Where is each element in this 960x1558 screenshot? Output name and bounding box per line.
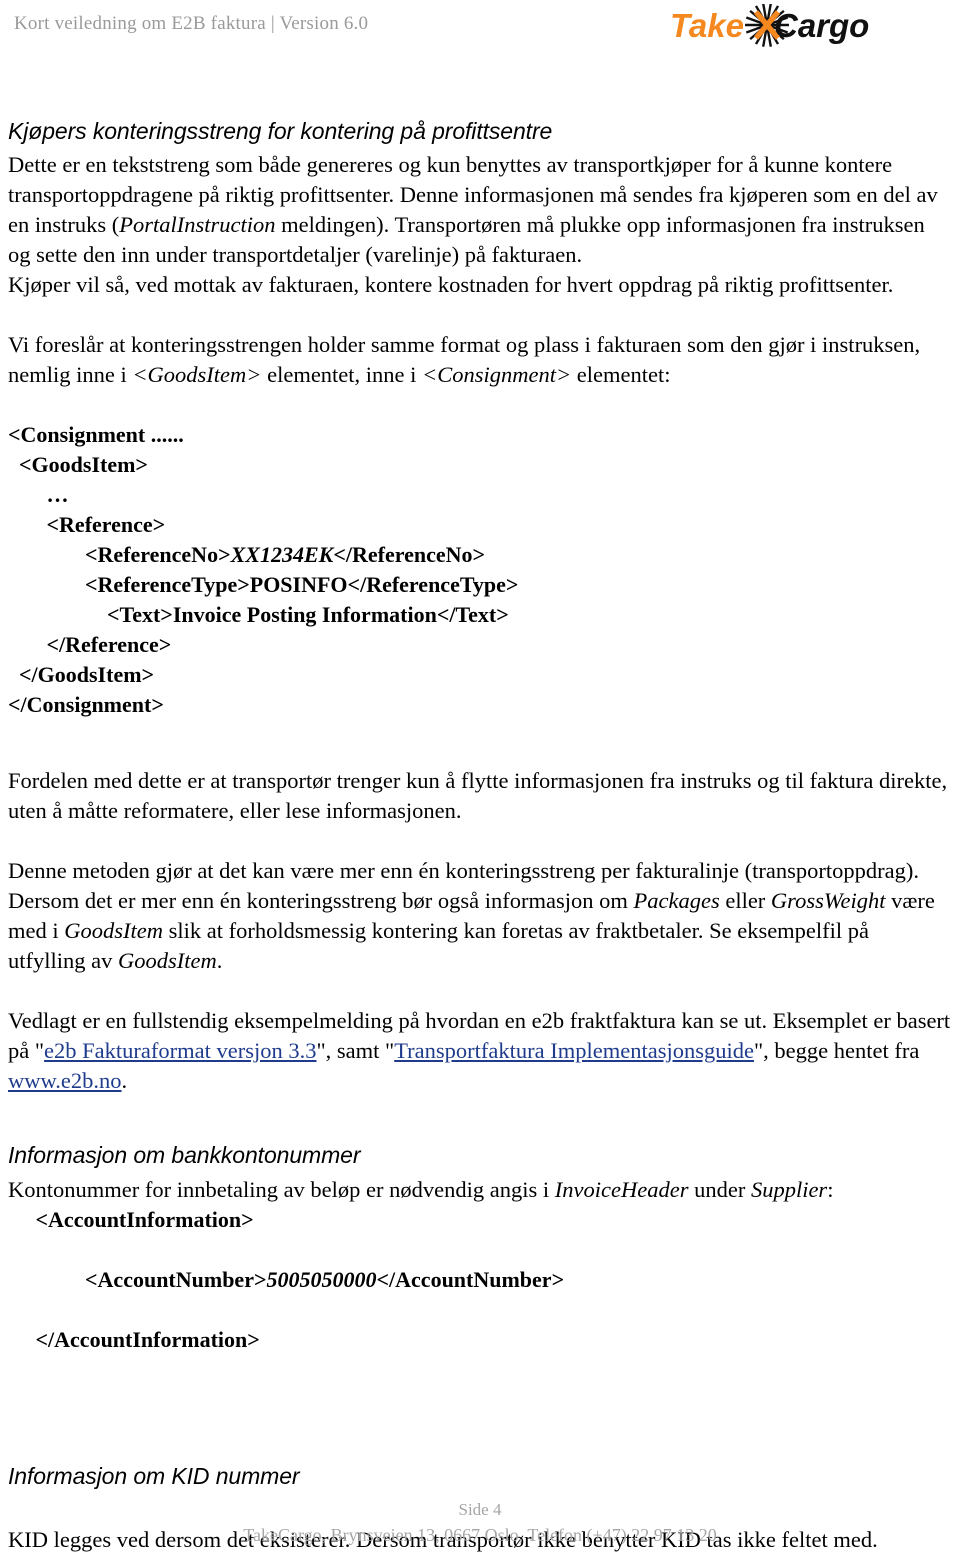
- text-run: ", begge hentet fra: [753, 1038, 920, 1064]
- takecargo-logo: Take Cargo: [668, 4, 888, 48]
- text-run: Dersom det er mer enn én konteringsstren…: [8, 888, 634, 914]
- footer-page-number: Side 4: [458, 1500, 502, 1519]
- term-supplier: Supplier: [750, 1176, 828, 1202]
- code-line: <ReferenceType>POSINFO</ReferenceType>: [8, 572, 519, 598]
- term-packages: Packages: [633, 888, 720, 914]
- term-grossweight: GrossWeight: [770, 888, 886, 914]
- logo-text-cargo: Cargo: [774, 7, 869, 44]
- text-run: under: [688, 1176, 751, 1202]
- code-line: </AccountNumber>: [376, 1266, 565, 1292]
- paragraph-tekststreng-intro: Dette er en tekststreng som både generer…: [8, 150, 952, 270]
- link-transportfaktura-implementasjonsguide[interactable]: Transportfaktura Implementasjonsguide: [394, 1038, 754, 1063]
- text-run: .: [216, 948, 223, 974]
- term-consignment: <Consignment>: [422, 362, 572, 388]
- paragraph-dersom-mer-enn-en: Dersom det er mer enn én konteringsstren…: [8, 886, 952, 976]
- code-value-accountnumber: 5005050000: [266, 1266, 377, 1292]
- term-portalinstruction: PortalInstruction: [119, 212, 276, 238]
- code-line: <ReferenceNo>: [8, 542, 231, 568]
- paragraph-kjoper-kontere: Kjøper vil så, ved mottak av fakturaen, …: [8, 272, 894, 298]
- code-line: </Reference>: [8, 632, 172, 658]
- term-goodsitem: GoodsItem: [117, 948, 217, 974]
- code-line: …: [8, 482, 69, 508]
- term-goodsitem: GoodsItem: [64, 918, 163, 944]
- heading-informasjon-bankkontonummer: Informasjon om bankkontonummer: [8, 1142, 361, 1169]
- page-footer: Side 4 TakeCargo, Brynsveien 13, 0667 Os…: [0, 1498, 960, 1548]
- link-e2b-fakturaformat[interactable]: e2b Fakturaformat versjon 3.3: [44, 1038, 316, 1063]
- code-line: <Text>Invoice Posting Information</Text>: [8, 602, 509, 628]
- code-line: </AccountInformation>: [8, 1326, 260, 1352]
- term-goodsitem: <GoodsItem>: [132, 362, 262, 388]
- code-value-referenceno: XX1234EK: [230, 542, 334, 568]
- document-header-title: Kort veiledning om E2B faktura | Version…: [14, 13, 369, 34]
- page-header: Kort veiledning om E2B faktura | Version…: [0, 0, 960, 60]
- code-line: </Consignment>: [8, 692, 164, 718]
- code-line: <Consignment ......: [8, 422, 184, 448]
- code-block-consignment: <Consignment ...... <GoodsItem> … <Refer…: [8, 420, 952, 720]
- text-run: ", samt ": [316, 1038, 395, 1064]
- text-run: .: [121, 1068, 128, 1094]
- footer-company-address: TakeCargo, Brynsveien 13, 0667 Oslo, Tel…: [243, 1525, 717, 1545]
- code-line: <Reference>: [8, 512, 166, 538]
- paragraph-kontonummer-innbetaling: Kontonummer for innbetaling av beløp er …: [8, 1175, 952, 1205]
- link-www-e2b-no[interactable]: www.e2b.no: [8, 1068, 122, 1093]
- text-run: :: [827, 1176, 834, 1202]
- heading-kjopers-konteringsstreng: Kjøpers konteringsstreng for kontering p…: [8, 118, 553, 144]
- paragraph-denne-metoden: Denne metoden gjør at det kan være mer e…: [8, 858, 919, 884]
- code-line: <AccountInformation>: [8, 1206, 254, 1232]
- code-line: </GoodsItem>: [8, 662, 155, 688]
- paragraph-vi-foreslaar: Vi foreslår at konteringsstrengen holder…: [8, 330, 952, 390]
- paragraph-vedlagt-eksempelmelding: Vedlagt er en fullstendig eksempelmeldin…: [8, 1006, 952, 1096]
- text-run: eller: [719, 888, 771, 914]
- term-invoiceheader: InvoiceHeader: [554, 1176, 689, 1202]
- code-block-accountinformation: <AccountInformation> <AccountNumber>5005…: [8, 1205, 952, 1355]
- document-content: Kjøpers konteringsstreng for kontering p…: [8, 118, 952, 1555]
- code-line: </ReferenceNo>: [333, 542, 486, 568]
- text-run: elementet, inne i: [261, 362, 423, 388]
- logo-text-take: Take: [670, 7, 744, 44]
- text-run: Kontonummer for innbetaling av beløp er …: [8, 1176, 555, 1202]
- text-run: elementet:: [571, 362, 671, 388]
- code-line: <AccountNumber>: [8, 1266, 267, 1292]
- code-line: <GoodsItem>: [8, 452, 148, 478]
- paragraph-fordelen-med-dette: Fordelen med dette er at transportør tre…: [8, 768, 948, 824]
- heading-informasjon-kid-nummer: Informasjon om KID nummer: [8, 1462, 300, 1489]
